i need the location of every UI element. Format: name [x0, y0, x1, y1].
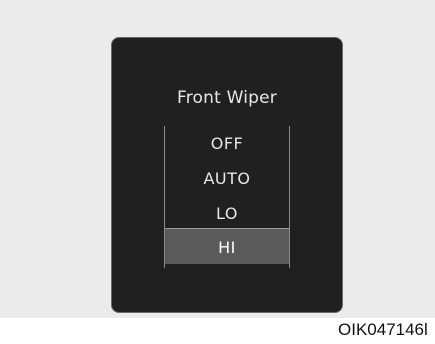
cluster-display-screen: Front Wiper OFF AUTO LO HI [111, 37, 343, 313]
list-right-border [289, 126, 290, 268]
wiper-option-auto[interactable]: AUTO [166, 169, 288, 188]
wiper-option-lo[interactable]: LO [166, 204, 288, 223]
wiper-option-hi[interactable]: HI [166, 238, 288, 257]
wiper-option-off[interactable]: OFF [166, 134, 288, 153]
menu-title: Front Wiper [177, 88, 277, 108]
figure-reference-code: OIK047146l [338, 320, 428, 339]
